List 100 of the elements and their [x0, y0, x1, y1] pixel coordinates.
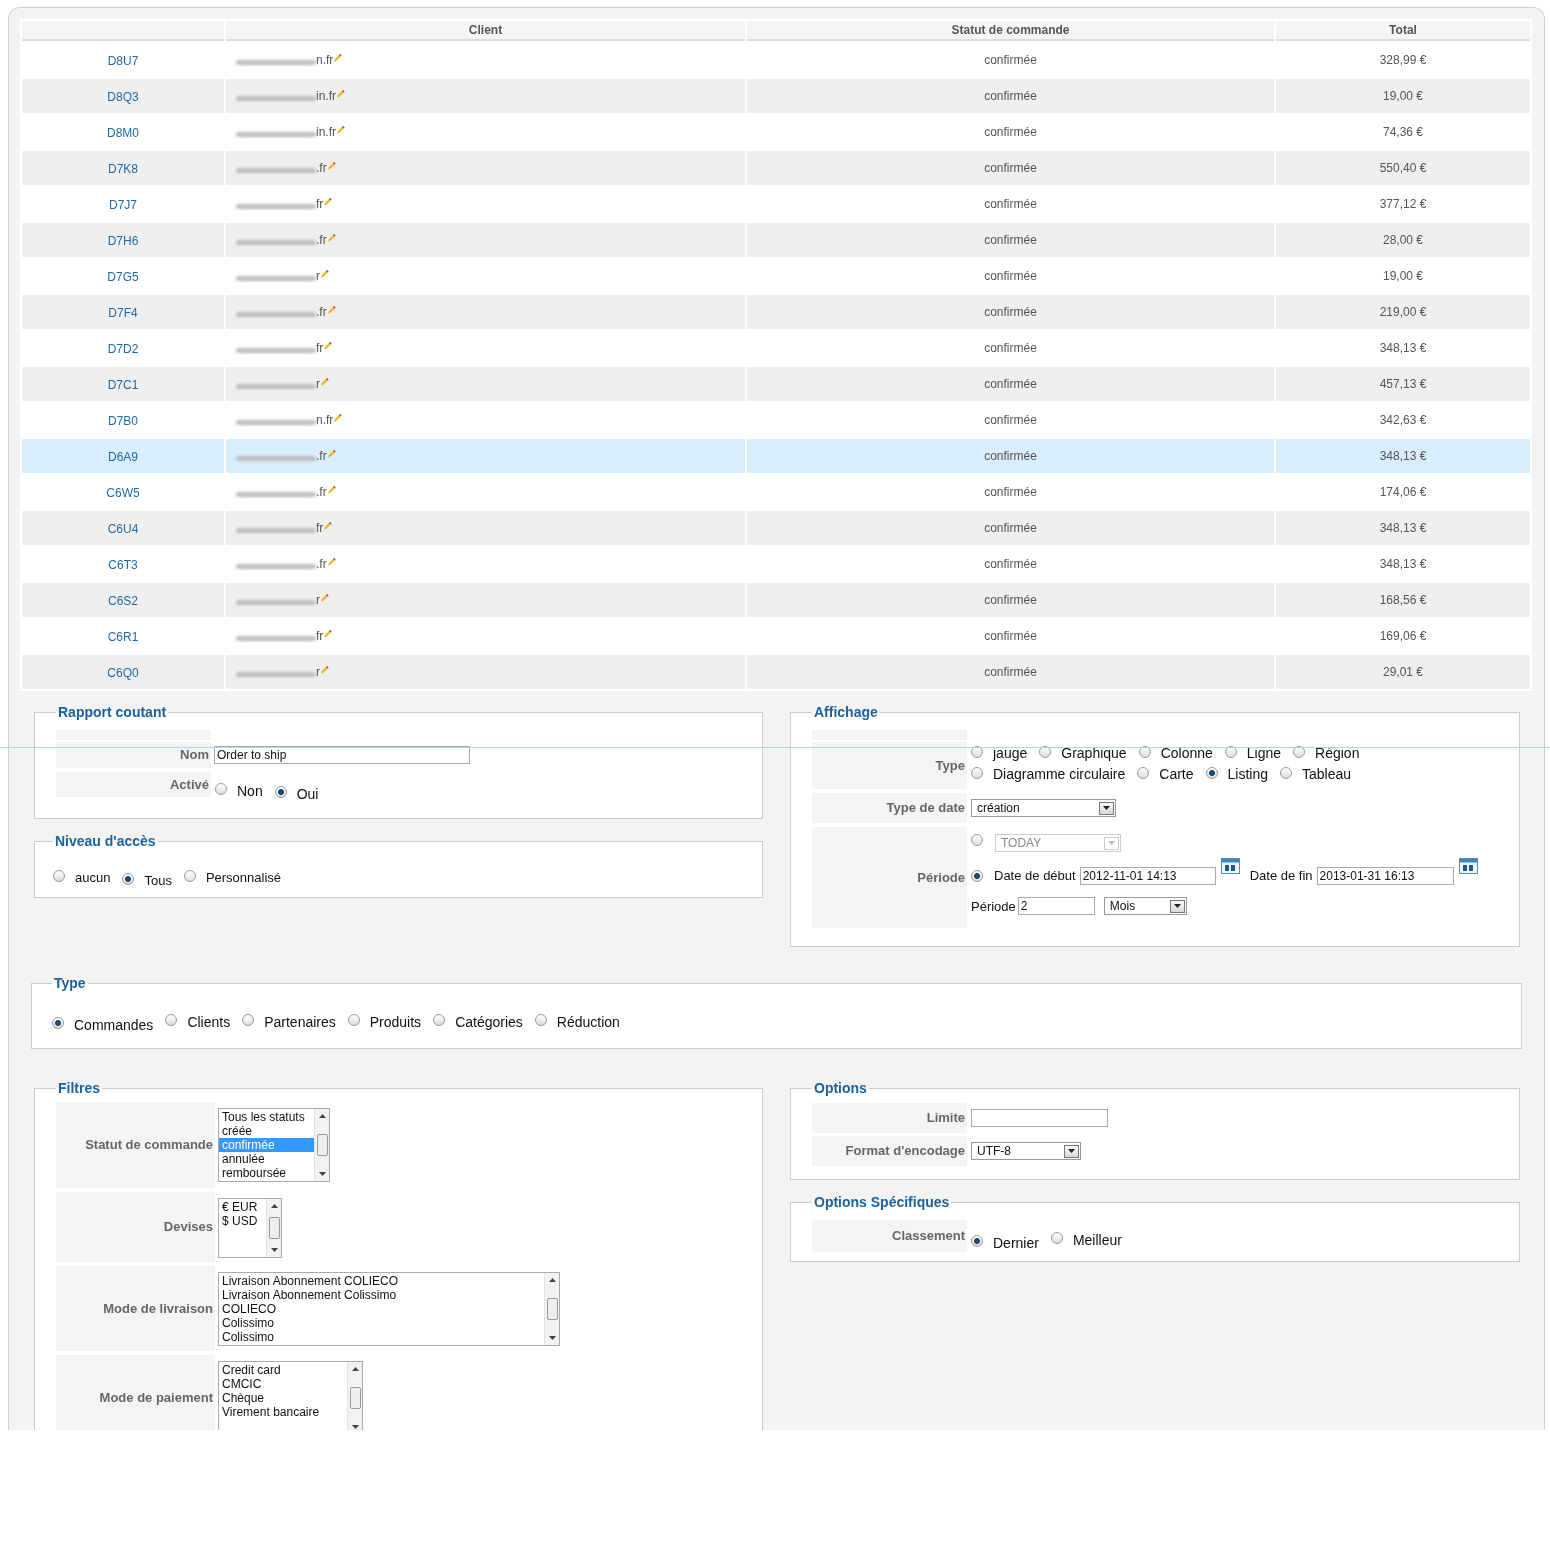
scroll-down-icon[interactable]: [270, 1248, 278, 1252]
radio-button[interactable]: [1050, 1232, 1063, 1244]
list-option[interactable]: COLIECO: [219, 1302, 544, 1316]
list-box[interactable]: Tous les statuts créée confirmée annulée remboursée: [218, 1108, 330, 1182]
table-row[interactable]: D7C1 r confirmée 457,13 €: [22, 367, 1530, 401]
scrollbar[interactable]: [347, 1362, 362, 1430]
order-link[interactable]: D6A9: [108, 450, 138, 464]
radio-button[interactable]: [971, 766, 983, 779]
radio-button[interactable]: [347, 1014, 360, 1026]
list-box[interactable]: Livraison Abonnement COLIECO Livraison Abonnement Colissimo COLIECO Colissimo Colissimo: [218, 1272, 560, 1346]
scroll-down-icon[interactable]: [318, 1172, 326, 1176]
radio-button[interactable]: [183, 870, 196, 882]
order-link[interactable]: C6W5: [106, 486, 140, 500]
list-option[interactable]: Tous les statuts: [219, 1110, 314, 1124]
list-option[interactable]: CMCIC: [219, 1377, 347, 1391]
order-link[interactable]: D7H6: [107, 234, 139, 248]
order-link[interactable]: D7G5: [107, 270, 139, 284]
radio-button[interactable]: [122, 873, 135, 885]
field-label: Période: [812, 827, 967, 928]
scrollbar[interactable]: [544, 1273, 559, 1345]
table-row[interactable]: C6T3 .fr confirmée 348,13 €: [22, 547, 1530, 581]
list-option[interactable]: Credit card: [219, 1363, 347, 1377]
scrollbar-thumb[interactable]: [316, 1134, 328, 1156]
scroll-up-icon[interactable]: [318, 1114, 326, 1118]
order-link[interactable]: D8M0: [107, 126, 139, 140]
table-row[interactable]: D7B0 n.fr confirmée 342,63 €: [22, 403, 1530, 437]
order-link[interactable]: D7B0: [108, 414, 138, 428]
order-link[interactable]: D7D2: [107, 342, 139, 356]
table-row[interactable]: C6Q0 r confirmée 29,01 €: [22, 655, 1530, 689]
scroll-down-icon[interactable]: [548, 1336, 556, 1340]
radio-button[interactable]: [242, 1014, 255, 1026]
table-row[interactable]: D7D2 fr confirmée 348,13 €: [22, 331, 1530, 365]
table-row[interactable]: D8M0 in.fr confirmée 74,36 €: [22, 115, 1530, 149]
scrollbar[interactable]: [314, 1109, 329, 1181]
scroll-up-icon[interactable]: [548, 1278, 556, 1282]
order-link[interactable]: D7K8: [108, 162, 138, 176]
radio-button[interactable]: [1279, 766, 1292, 779]
table-row[interactable]: C6W5 .fr confirmée 174,06 €: [22, 475, 1530, 509]
table-row[interactable]: D7F4 .fr confirmée 219,00 €: [22, 295, 1530, 329]
table-row[interactable]: D8Q3 in.fr confirmée 19,00 €: [22, 79, 1530, 113]
text-field[interactable]: [971, 1109, 1108, 1127]
table-row[interactable]: C6S2 r confirmée 168,56 €: [22, 583, 1530, 617]
table-row[interactable]: C6R1 fr confirmée 169,06 €: [22, 619, 1530, 653]
order-link[interactable]: D7C1: [107, 378, 139, 392]
table-row[interactable]: D7H6 .fr confirmée 28,00 €: [22, 223, 1530, 257]
scrollbar-thumb[interactable]: [349, 1387, 361, 1409]
encoding-dropdown[interactable]: UTF-8: [971, 1142, 1081, 1160]
text-field[interactable]: 2: [1017, 897, 1095, 916]
radio-button[interactable]: [433, 1014, 446, 1026]
table-row[interactable]: D7G5 r confirmée 19,00 €: [22, 259, 1530, 293]
order-link[interactable]: D7F4: [108, 306, 138, 320]
list-option[interactable]: créée: [219, 1124, 314, 1138]
radio-button[interactable]: [215, 783, 227, 795]
list-box[interactable]: € EUR $ USD: [218, 1198, 282, 1258]
scrollbar[interactable]: [266, 1199, 281, 1257]
table-row[interactable]: C6U4 fr confirmée 348,13 €: [22, 511, 1530, 545]
radio-button[interactable]: [971, 1235, 983, 1247]
radio-button[interactable]: [274, 786, 287, 798]
table-cell: 219,00 €: [1276, 295, 1530, 329]
list-option[interactable]: € EUR: [219, 1200, 266, 1214]
scrollbar-thumb[interactable]: [268, 1217, 280, 1239]
scroll-down-icon[interactable]: [351, 1425, 359, 1429]
radio-button[interactable]: [534, 1014, 547, 1026]
order-link[interactable]: C6U4: [107, 522, 139, 536]
list-option[interactable]: Virement bancaire: [219, 1405, 347, 1419]
list-option[interactable]: Livraison Abonnement COLIECO: [219, 1274, 544, 1288]
list-option[interactable]: $ USD: [219, 1214, 266, 1228]
list-option[interactable]: remboursée: [219, 1166, 314, 1180]
order-link[interactable]: D8U7: [107, 54, 139, 68]
list-option[interactable]: Colissimo: [219, 1316, 544, 1330]
list-option[interactable]: Livraison Abonnement Colissimo: [219, 1288, 544, 1302]
date-type-dropdown[interactable]: création: [971, 799, 1116, 817]
radio-button[interactable]: [52, 1017, 64, 1029]
list-box[interactable]: Credit card CMCIC Chèque Virement bancaire: [218, 1361, 363, 1430]
table-row[interactable]: D7J7 fr confirmée 377,12 €: [22, 187, 1530, 221]
list-option[interactable]: annulée: [219, 1152, 314, 1166]
order-link[interactable]: C6S2: [108, 594, 138, 608]
text-field[interactable]: 2013-01-31 16:13: [1316, 866, 1454, 885]
order-link[interactable]: C6R1: [107, 630, 139, 644]
order-link[interactable]: D8Q3: [107, 90, 139, 104]
table-row[interactable]: D8U7 n.fr confirmée 328,99 €: [22, 43, 1530, 77]
table-row[interactable]: D7K8 .fr confirmée 550,40 €: [22, 151, 1530, 185]
radio-button[interactable]: [1205, 766, 1218, 779]
text-field[interactable]: 2012-11-01 14:13: [1079, 866, 1216, 885]
list-option[interactable]: Colissimo: [219, 1330, 544, 1344]
period-unit-dropdown[interactable]: Mois: [1103, 897, 1187, 916]
table-cell: 550,40 €: [1276, 151, 1530, 185]
scroll-up-icon[interactable]: [270, 1204, 278, 1208]
radio-button[interactable]: [971, 869, 983, 882]
order-link[interactable]: C6T3: [108, 558, 138, 572]
order-link[interactable]: D7J7: [109, 198, 137, 212]
radio-button[interactable]: [1137, 766, 1150, 779]
list-option[interactable]: Chèque: [219, 1391, 347, 1405]
text-field[interactable]: Order to ship: [214, 746, 470, 764]
table-row[interactable]: D6A9 .fr confirmée 348,13 €: [22, 439, 1530, 473]
radio-button[interactable]: [165, 1014, 178, 1026]
scrollbar-thumb[interactable]: [546, 1298, 558, 1320]
order-link[interactable]: C6Q0: [107, 666, 139, 680]
scroll-up-icon[interactable]: [351, 1367, 359, 1371]
radio-button[interactable]: [53, 870, 65, 882]
